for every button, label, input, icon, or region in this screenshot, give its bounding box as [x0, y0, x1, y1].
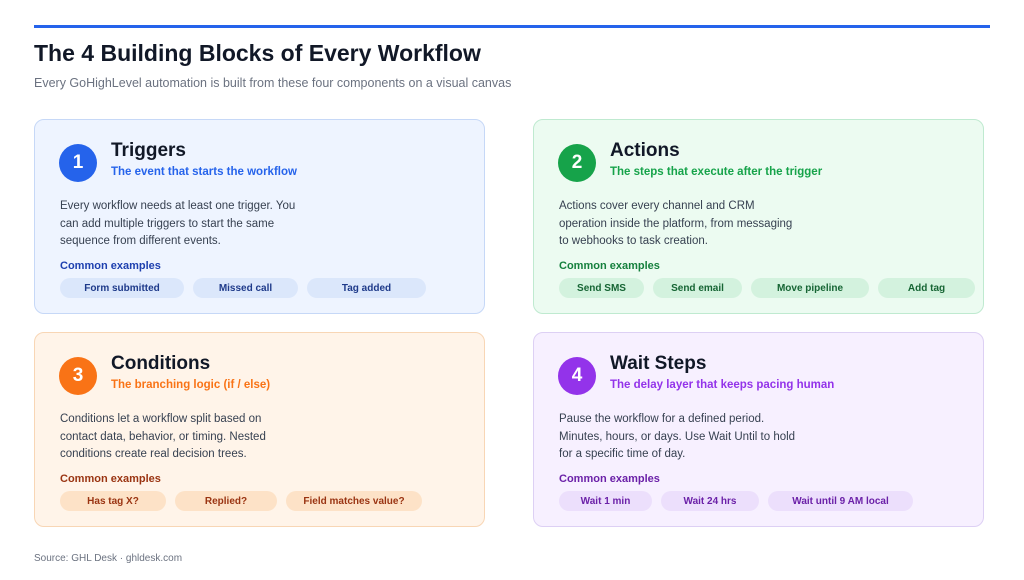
examples-label: Common examples — [559, 473, 660, 485]
examples-label: Common examples — [60, 473, 161, 485]
example-chips: Has tag X? Replied? Field matches value? — [60, 491, 422, 511]
card-wait-steps: 4 Wait Steps The delay layer that keeps … — [533, 332, 984, 527]
card-conditions: 3 Conditions The branching logic (if / e… — [34, 332, 485, 527]
example-chip: Send SMS — [559, 278, 644, 298]
example-chip: Wait until 9 AM local — [768, 491, 913, 511]
number-badge: 1 — [59, 144, 97, 182]
example-chip: Wait 24 hrs — [661, 491, 759, 511]
card-description: Actions cover every channel and CRM oper… — [559, 200, 793, 247]
examples-label: Common examples — [60, 260, 161, 272]
examples-label: Common examples — [559, 260, 660, 272]
example-chip: Replied? — [175, 491, 277, 511]
card-description: Conditions let a workflow split based on… — [60, 413, 266, 460]
number-badge: 4 — [558, 357, 596, 395]
card-title: Actions — [610, 140, 680, 161]
example-chip: Form submitted — [60, 278, 184, 298]
card-subtitle: The steps that execute after the trigger — [610, 166, 823, 178]
card-title: Wait Steps — [610, 353, 707, 374]
card-subtitle: The event that starts the workflow — [111, 166, 297, 178]
example-chip: Move pipeline — [751, 278, 869, 298]
example-chip: Tag added — [307, 278, 426, 298]
example-chip: Add tag — [878, 278, 975, 298]
example-chip: Has tag X? — [60, 491, 166, 511]
accent-bar — [34, 25, 990, 28]
card-subtitle: The branching logic (if / else) — [111, 379, 271, 391]
card-actions: 2 Actions The steps that execute after t… — [533, 119, 984, 314]
example-chip: Wait 1 min — [559, 491, 652, 511]
example-chips: Wait 1 min Wait 24 hrs Wait until 9 AM l… — [559, 491, 913, 511]
card-description: Every workflow needs at least one trigge… — [60, 200, 296, 247]
example-chips: Form submitted Missed call Tag added — [60, 278, 426, 298]
number-badge: 3 — [59, 357, 97, 395]
card-subtitle: The delay layer that keeps pacing human — [610, 379, 835, 391]
page-subtitle: Every GoHighLevel automation is built fr… — [34, 76, 512, 90]
card-title: Conditions — [111, 353, 211, 374]
example-chip: Field matches value? — [286, 491, 422, 511]
example-chip: Missed call — [193, 278, 298, 298]
example-chip: Send email — [653, 278, 742, 298]
card-description: Pause the workflow for a defined period.… — [559, 413, 796, 460]
source-note: Source: GHL Desk · ghldesk.com — [34, 553, 183, 564]
page-title: The 4 Building Blocks of Every Workflow — [34, 40, 481, 66]
card-triggers: 1 Triggers The event that starts the wor… — [34, 119, 485, 314]
example-chips: Send SMS Send email Move pipeline Add ta… — [559, 278, 975, 298]
number-badge: 2 — [558, 144, 596, 182]
card-title: Triggers — [111, 140, 186, 161]
